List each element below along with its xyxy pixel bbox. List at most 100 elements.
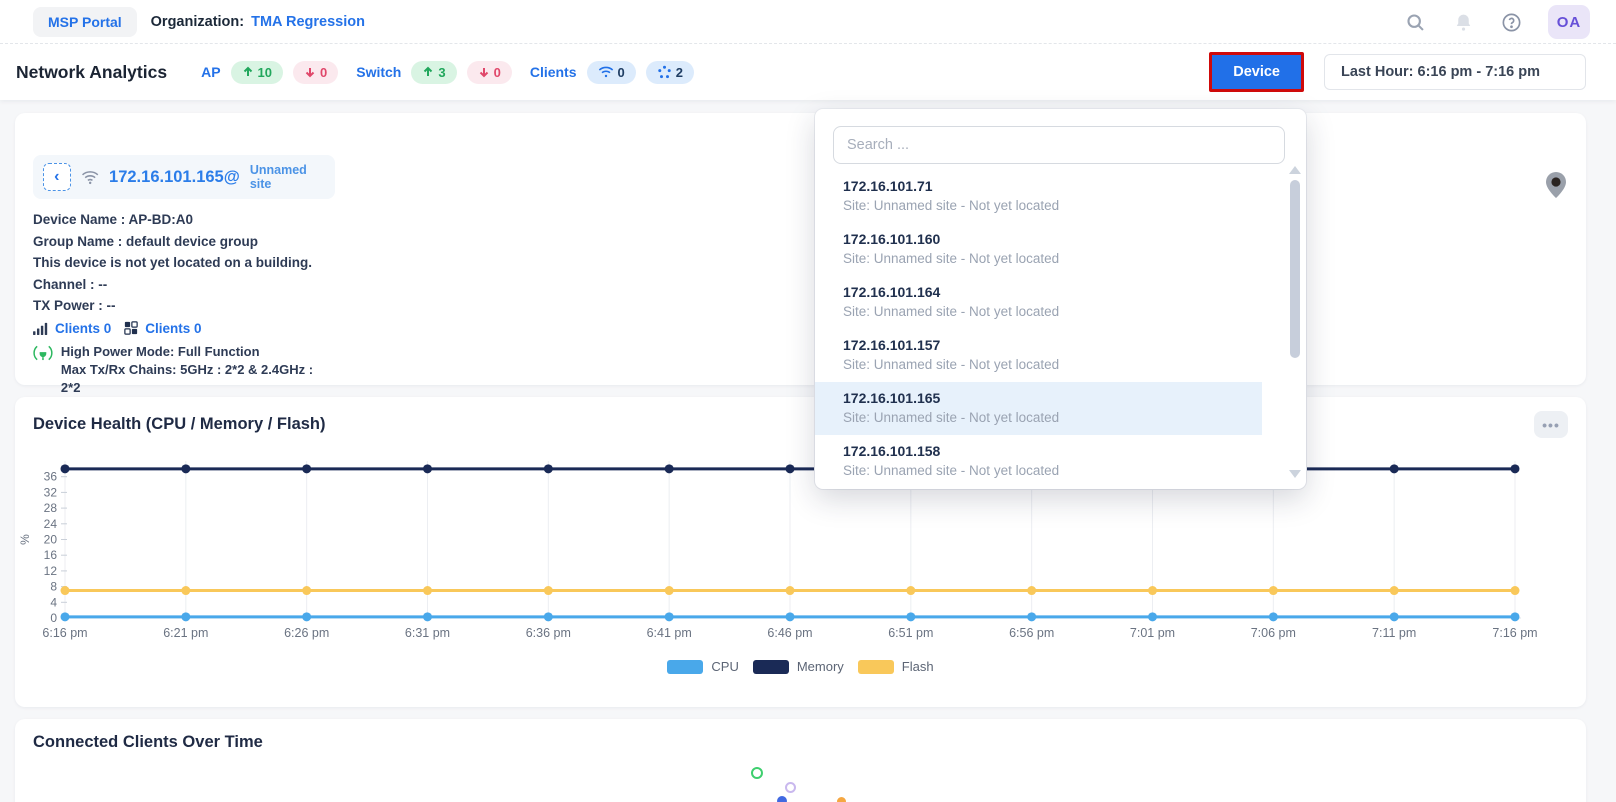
svg-text:7:01 pm: 7:01 pm — [1130, 626, 1175, 640]
power-plug-icon — [33, 343, 53, 363]
legend-item-cpu[interactable]: CPU — [667, 659, 738, 674]
scroll-up-icon[interactable] — [1289, 166, 1301, 174]
main-content: ‹ 172.16.101.165@ Unnamed site Device Na… — [0, 100, 1616, 802]
device-health-panel: Device Health (CPU / Memory / Flash) •••… — [15, 397, 1586, 707]
device-list-item[interactable]: 172.16.101.71 Site: Unnamed site - Not y… — [815, 170, 1262, 223]
scroll-down-icon[interactable] — [1289, 470, 1301, 478]
switch-label: Switch — [356, 64, 401, 80]
svg-text:8: 8 — [50, 580, 57, 594]
page-title: Network Analytics — [16, 62, 167, 83]
loading-spinner-dot-orange — [837, 797, 846, 802]
svg-text:6:36 pm: 6:36 pm — [526, 626, 571, 640]
svg-text:7:16 pm: 7:16 pm — [1492, 626, 1537, 640]
device-info-card: ‹ 172.16.101.165@ Unnamed site Device Na… — [33, 155, 335, 397]
svg-text:7:11 pm: 7:11 pm — [1372, 626, 1416, 640]
channel: Channel : -- — [33, 274, 335, 296]
device-list-item[interactable]: 172.16.101.160 Site: Unnamed site - Not … — [815, 223, 1262, 276]
loading-spinner-dot-blue — [777, 796, 787, 802]
organization-name-link[interactable]: TMA Regression — [251, 14, 365, 30]
device-details: Device Name : AP-BD:A0 Group Name : defa… — [33, 209, 335, 397]
svg-text:28: 28 — [44, 501, 58, 515]
dropdown-scrollbar[interactable] — [1289, 166, 1301, 478]
svg-text:20: 20 — [44, 533, 58, 547]
time-range-selector[interactable]: Last Hour: 6:16 pm - 7:16 pm — [1324, 54, 1586, 90]
power-mode-row: High Power Mode: Full Function Max Tx/Rx… — [33, 343, 335, 397]
svg-text:%: % — [18, 534, 32, 545]
legend-item-flash[interactable]: Flash — [858, 659, 934, 674]
organization-label: Organization: — [151, 14, 244, 30]
device-selector-button[interactable]: Device — [1209, 52, 1304, 92]
clients-24ghz-link[interactable]: Clients 0 — [145, 321, 201, 336]
msp-portal-button[interactable]: MSP Portal — [33, 7, 137, 37]
device-overview-panel: ‹ 172.16.101.165@ Unnamed site Device Na… — [15, 113, 1586, 385]
svg-text:6:51 pm: 6:51 pm — [888, 626, 933, 640]
map-pin-icon[interactable] — [1544, 171, 1568, 204]
connected-clients-title: Connected Clients Over Time — [33, 733, 263, 752]
device-list-item[interactable]: 172.16.101.165 Site: Unnamed site - Not … — [815, 382, 1262, 435]
switch-down-badge[interactable]: 0 — [467, 61, 512, 84]
topbar-actions: OA — [1404, 0, 1590, 44]
clients-label: Clients — [530, 64, 577, 80]
svg-text:16: 16 — [44, 548, 58, 562]
svg-text:0: 0 — [50, 611, 57, 625]
legend-swatch-icon — [667, 660, 703, 674]
loading-spinner-dot-green — [751, 767, 763, 779]
device-ip[interactable]: 172.16.101.165@ — [109, 168, 240, 187]
device-health-title: Device Health (CPU / Memory / Flash) — [33, 415, 326, 434]
clients-wifi-badge[interactable]: 0 — [587, 61, 636, 84]
user-avatar[interactable]: OA — [1548, 5, 1590, 39]
svg-text:4: 4 — [50, 595, 57, 609]
wifi-icon — [598, 65, 614, 79]
device-dropdown: 172.16.101.71 Site: Unnamed site - Not y… — [815, 109, 1306, 489]
panel-menu-icon[interactable]: ••• — [1534, 411, 1568, 438]
legend-swatch-icon — [753, 660, 789, 674]
network-topology-icon — [124, 321, 138, 335]
chart-legend: CPU Memory Flash — [15, 659, 1586, 674]
device-list-item[interactable]: 172.16.101.157 Site: Unnamed site - Not … — [815, 329, 1262, 382]
device-list-item[interactable]: 172.16.101.158 Site: Unnamed site - Not … — [815, 435, 1262, 488]
ap-up-badge[interactable]: 10 — [231, 61, 283, 84]
device-list: 172.16.101.71 Site: Unnamed site - Not y… — [815, 170, 1306, 489]
tx-power: TX Power : -- — [33, 295, 335, 317]
back-button[interactable]: ‹ — [43, 163, 71, 191]
radio-clients-row: Clients 0 Clients 0 — [33, 321, 335, 336]
legend-item-memory[interactable]: Memory — [753, 659, 844, 674]
legend-swatch-icon — [858, 660, 894, 674]
svg-text:24: 24 — [44, 517, 58, 531]
up-arrow-icon — [422, 66, 434, 78]
device-title-row: ‹ 172.16.101.165@ Unnamed site — [33, 155, 335, 199]
svg-text:6:21 pm: 6:21 pm — [163, 626, 208, 640]
device-site[interactable]: Unnamed site — [250, 163, 325, 191]
wifi-device-icon — [81, 169, 99, 186]
mesh-clients-icon — [657, 65, 672, 80]
max-chains: Max Tx/Rx Chains: 5GHz : 2*2 & 2.4GHz : … — [61, 361, 335, 397]
svg-text:6:46 pm: 6:46 pm — [767, 626, 812, 640]
svg-text:7:06 pm: 7:06 pm — [1251, 626, 1296, 640]
search-icon[interactable] — [1404, 11, 1426, 33]
svg-text:6:56 pm: 6:56 pm — [1009, 626, 1054, 640]
clients-mesh-badge[interactable]: 2 — [646, 61, 694, 84]
loading-spinner-dot-purple — [785, 782, 796, 793]
device-list-item[interactable]: 172.16.101.161 Site: Unnamed site - Not … — [815, 488, 1262, 489]
up-arrow-icon — [242, 66, 254, 78]
device-search-input[interactable] — [833, 126, 1285, 164]
down-arrow-icon — [478, 66, 490, 78]
top-bar: MSP Portal Organization: TMA Regression … — [0, 0, 1616, 44]
device-list-item[interactable]: 172.16.101.164 Site: Unnamed site - Not … — [815, 276, 1262, 329]
switch-up-badge[interactable]: 3 — [411, 61, 456, 84]
scrollbar-thumb[interactable] — [1290, 180, 1300, 358]
clients-5ghz-link[interactable]: Clients 0 — [55, 321, 111, 336]
notifications-bell-icon[interactable] — [1452, 11, 1474, 33]
group-name: Group Name : default device group — [33, 231, 335, 253]
svg-text:36: 36 — [44, 470, 58, 484]
device-stats: AP 10 0 Switch 3 0 Clients 0 2 — [193, 61, 694, 84]
svg-text:6:26 pm: 6:26 pm — [284, 626, 329, 640]
signal-bars-icon — [33, 322, 48, 335]
svg-text:6:41 pm: 6:41 pm — [647, 626, 692, 640]
svg-text:12: 12 — [44, 564, 58, 578]
help-icon[interactable] — [1500, 11, 1522, 33]
svg-text:6:31 pm: 6:31 pm — [405, 626, 450, 640]
ap-down-badge[interactable]: 0 — [293, 61, 338, 84]
device-name: Device Name : AP-BD:A0 — [33, 209, 335, 231]
page-header: Network Analytics AP 10 0 Switch 3 0 Cli… — [0, 44, 1616, 100]
